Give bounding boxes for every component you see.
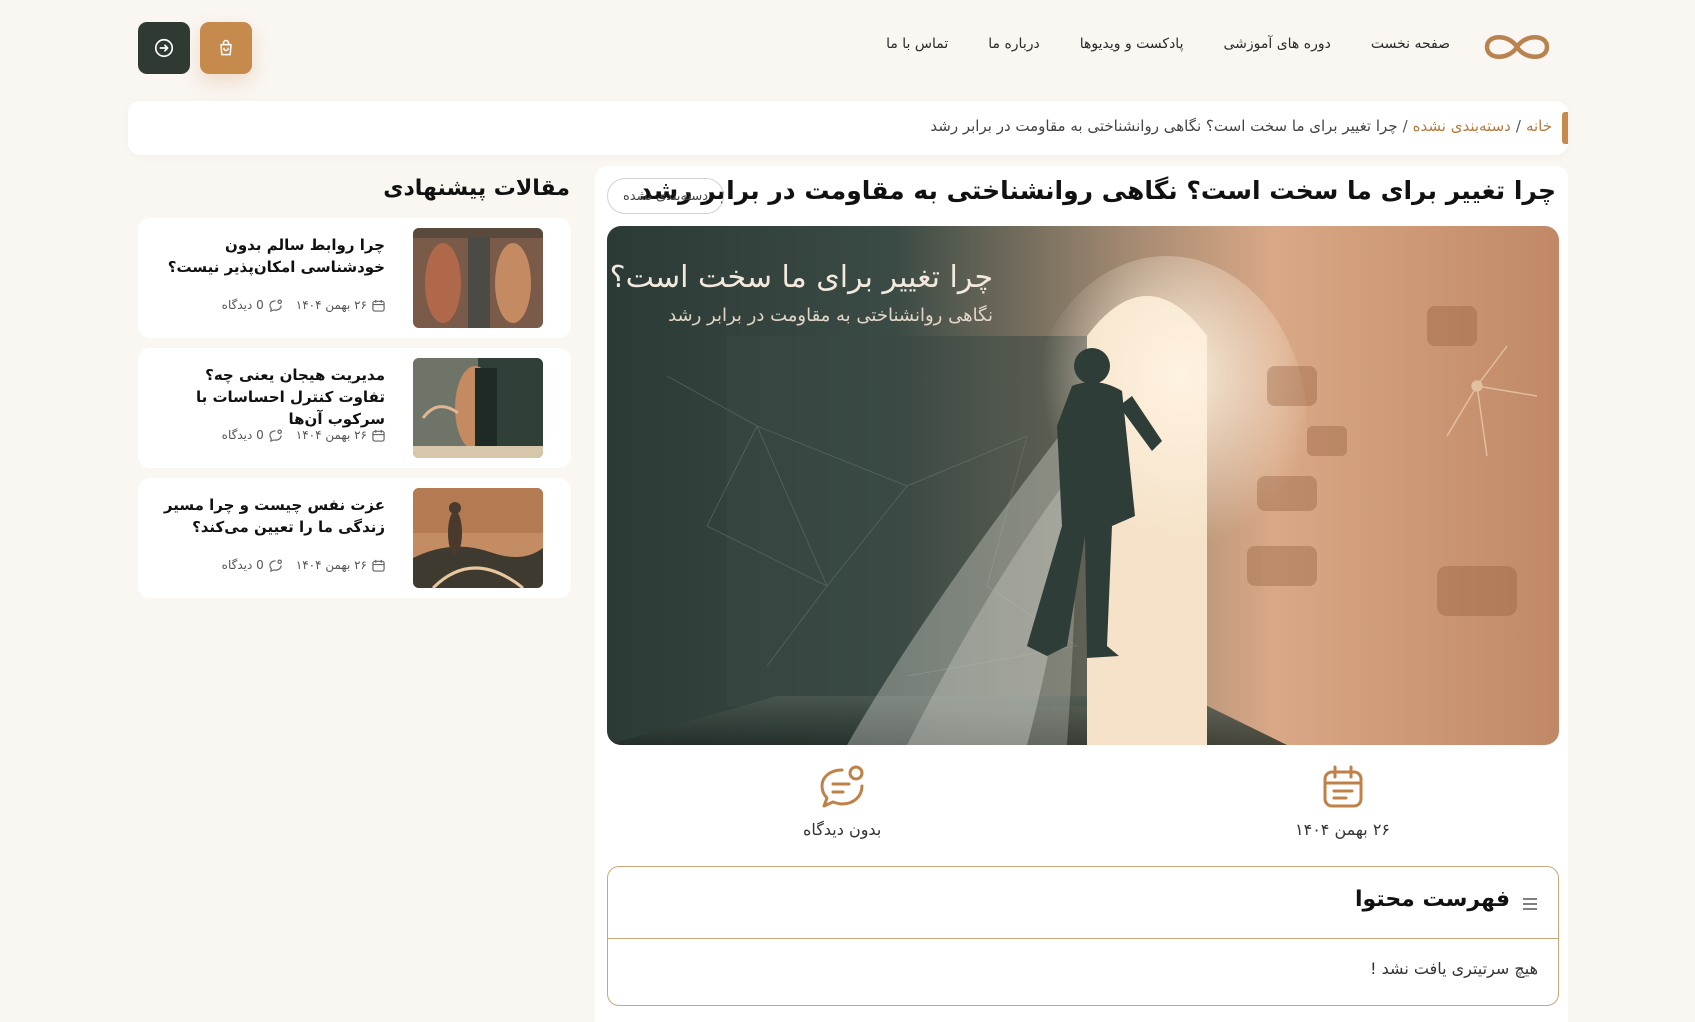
shopping-bag-icon [220,39,232,56]
main-nav: صفحه نخست دوره های آموزشی پادکست و ویدیو… [886,36,1450,52]
comment-icon [820,765,864,808]
post-date-label: ۲۶ بهمن ۱۴۰۴ [1295,820,1390,839]
suggested-article-meta: ۲۶ بهمن ۱۴۰۴ 0 دیدگاه [222,558,385,572]
category-tag[interactable]: دسته‌بندی نشده [607,178,725,214]
nav-courses[interactable]: دوره های آموزشی [1223,36,1330,52]
breadcrumb-current: چرا تغییر برای ما سخت است؟ نگاهی روانشنا… [930,117,1398,135]
calendar-icon [372,299,385,312]
breadcrumb-separator: / [1515,117,1521,135]
breadcrumb-trail: خانه/دسته‌بندی نشده/چرا تغییر برای ما سخ… [930,117,1552,135]
suggested-article-title[interactable]: چرا روابط سالم بدون خودشناسی امکان‌پذیر … [155,234,385,278]
article-thumbnail[interactable] [413,488,543,588]
breadcrumb-category-link[interactable]: دسته‌بندی نشده [1413,117,1511,135]
suggested-article-title[interactable]: عزت نفس چیست و چرا مسیر زندگی ما را تعیی… [155,494,385,538]
post-date: ۲۶ بهمن ۱۴۰۴ [1295,764,1390,839]
suggested-article-comments-label: 0 دیدگاه [221,298,264,312]
nav-home[interactable]: صفحه نخست [1371,36,1450,52]
breadcrumb-accent-bar [1562,112,1568,144]
suggested-article-date: ۲۶ بهمن ۱۴۰۴ [296,428,385,442]
article-thumbnail[interactable] [413,228,543,328]
nav-contact[interactable]: تماس با ما [886,36,948,52]
toc-empty-message: هیچ سرتیتری یافت نشد ! [1370,959,1538,978]
breadcrumb-home-link[interactable]: خانه [1526,117,1552,135]
suggested-article-comments: 0 دیدگاه [222,428,282,442]
suggested-article[interactable]: مدیریت هیجان یعنی چه؟ تفاوت کنترل احساسا… [138,348,571,468]
calendar-icon [372,559,385,572]
cart-button[interactable] [200,22,252,74]
table-of-contents: فهرست محتوا هیچ سرتیتری یافت نشد ! [607,866,1559,1006]
comment-icon [269,299,282,312]
breadcrumb: خانه/دسته‌بندی نشده/چرا تغییر برای ما سخ… [128,101,1568,155]
post-comments-label: بدون دیدگاه [803,820,882,839]
suggested-article[interactable]: چرا روابط سالم بدون خودشناسی امکان‌پذیر … [138,218,571,338]
comment-icon [269,559,282,572]
suggested-article-date-label: ۲۶ بهمن ۱۴۰۴ [295,558,367,572]
hero-subtitle: نگاهی روانشناختی به مقاومت در برابر رشد [668,305,993,326]
login-icon [154,38,174,58]
suggested-article-date-label: ۲۶ بهمن ۱۴۰۴ [295,428,367,442]
toc-header[interactable]: فهرست محتوا [608,867,1558,939]
suggested-article-title[interactable]: مدیریت هیجان یعنی چه؟ تفاوت کنترل احساسا… [155,364,385,430]
suggested-article-date: ۲۶ بهمن ۱۴۰۴ [296,558,385,572]
suggested-article-comments-label: 0 دیدگاه [221,428,264,442]
toc-title: فهرست محتوا [1355,887,1510,912]
suggested-article-comments-label: 0 دیدگاه [221,558,264,572]
suggested-article-comments: 0 دیدگاه [222,558,282,572]
suggested-article-date: ۲۶ بهمن ۱۴۰۴ [296,298,385,312]
article-thumbnail[interactable] [413,358,543,458]
suggested-article-meta: ۲۶ بهمن ۱۴۰۴ 0 دیدگاه [222,298,385,312]
menu-icon[interactable] [1522,897,1538,911]
nav-about[interactable]: درباره ما [988,36,1039,52]
nav-podcasts[interactable]: پادکست و ویدیوها [1080,36,1184,52]
calendar-icon [372,429,385,442]
hero-text: چرا تغییر برای ما سخت است؟ نگاهی روانشنا… [609,260,993,326]
suggested-article-date-label: ۲۶ بهمن ۱۴۰۴ [295,298,367,312]
sidebar-title: مقالات پیشنهادی [383,176,570,201]
breadcrumb-separator: / [1402,117,1408,135]
hero-title: چرا تغییر برای ما سخت است؟ [609,260,993,295]
site-header: صفحه نخست دوره های آموزشی پادکست و ویدیو… [0,0,1695,95]
comment-icon [269,429,282,442]
suggested-article[interactable]: عزت نفس چیست و چرا مسیر زندگی ما را تعیی… [138,478,571,598]
article-title: چرا تغییر برای ما سخت است؟ نگاهی روانشنا… [639,176,1556,205]
calendar-icon [1323,765,1362,808]
post-comments[interactable]: بدون دیدگاه [803,764,881,839]
infinity-logo-icon[interactable] [1479,26,1555,68]
hero-image: چرا تغییر برای ما سخت است؟ نگاهی روانشنا… [607,226,1559,745]
article-card: چرا تغییر برای ما سخت است؟ نگاهی روانشنا… [595,166,1568,1022]
suggested-article-comments: 0 دیدگاه [222,298,282,312]
suggested-article-meta: ۲۶ بهمن ۱۴۰۴ 0 دیدگاه [222,428,385,442]
login-button[interactable] [138,22,190,74]
